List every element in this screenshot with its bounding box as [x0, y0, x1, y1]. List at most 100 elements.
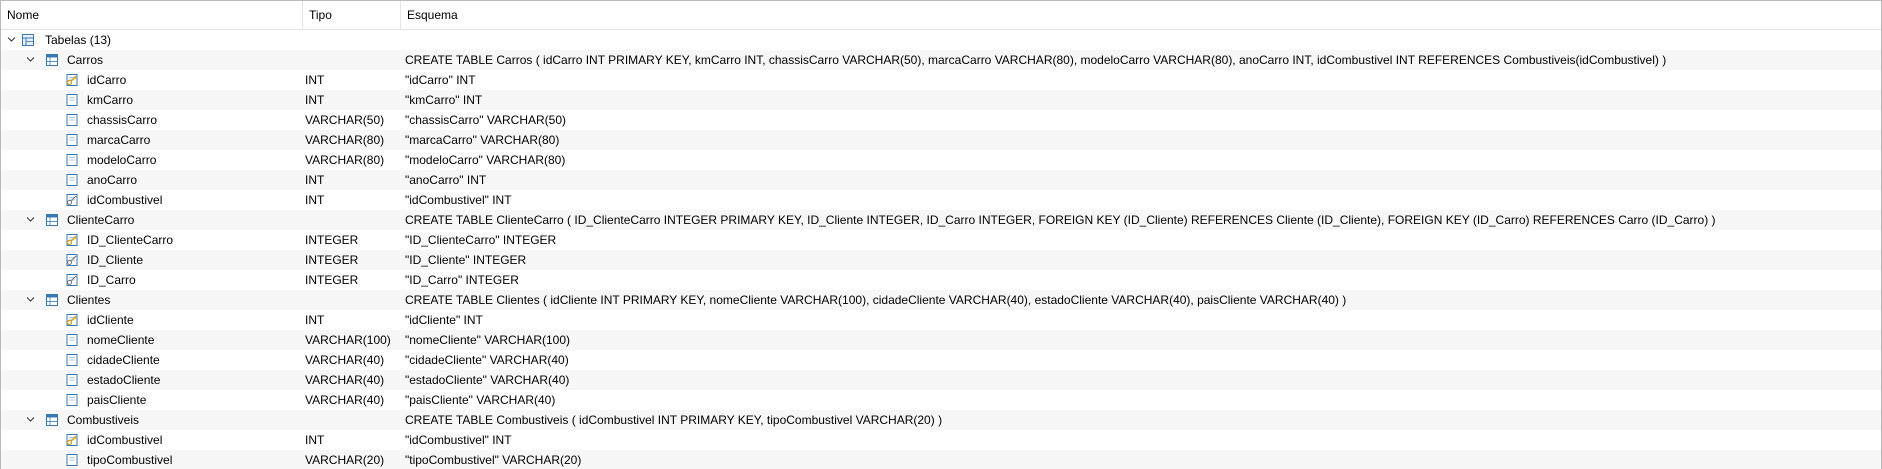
column-name: nomeCliente — [87, 333, 155, 347]
column-icon — [66, 134, 78, 146]
primary-key-icon — [66, 234, 78, 246]
table-schema: CREATE TABLE Clientes ( idCliente INT PR… — [405, 293, 1347, 307]
table-icon — [46, 54, 58, 66]
tree-node-column[interactable]: estadoCliente VARCHAR(40) "estadoCliente" … — [1, 370, 1881, 390]
table-schema: CREATE TABLE Carros ( idCarro INT PRIMAR… — [405, 53, 1667, 67]
schema-tree-view[interactable]: Nome Tipo Esquema Tabelas (13) Carros CREA… — [0, 0, 1882, 469]
column-name: idCarro — [87, 73, 127, 87]
tree-node-column[interactable]: anoCarro INT "anoCarro" INT — [1, 170, 1881, 190]
table-name: Carros — [67, 53, 104, 67]
tree-node-tables[interactable]: Tabelas (13) — [1, 30, 1881, 50]
column-type: VARCHAR(40) — [305, 353, 385, 367]
column-type: VARCHAR(50) — [305, 113, 385, 127]
column-schema: "modeloCarro" VARCHAR(80) — [405, 153, 566, 167]
tree-node-column[interactable]: ID_Carro INTEGER "ID_Carro" INTEGER — [1, 270, 1881, 290]
column-schema: "ID_ClienteCarro" INTEGER — [405, 233, 557, 247]
column-icon — [66, 454, 78, 466]
column-icon — [66, 394, 78, 406]
header-name[interactable]: Nome — [1, 1, 303, 29]
column-type: VARCHAR(40) — [305, 393, 385, 407]
table-icon — [46, 414, 58, 426]
table-type — [305, 290, 401, 310]
tree-node-table[interactable]: Combustiveis CREATE TABLE Combustiveis ( … — [1, 410, 1881, 430]
column-type: INTEGER — [305, 253, 359, 267]
tree-node-column[interactable]: cidadeCliente VARCHAR(40) "cidadeCliente" … — [1, 350, 1881, 370]
column-schema: "idCombustivel" INT — [405, 433, 512, 447]
column-name: ID_Cliente — [87, 253, 144, 267]
tree-node-column[interactable]: paisCliente VARCHAR(40) "paisCliente" VARC… — [1, 390, 1881, 410]
chevron-down-icon[interactable] — [26, 55, 35, 64]
table-schema: CREATE TABLE ClienteCarro ( ID_ClienteCa… — [405, 213, 1716, 227]
primary-key-icon — [66, 434, 78, 446]
tree-rows: Tabelas (13) Carros CREATE TABLE Carros ( … — [1, 30, 1881, 469]
table-name: Combustiveis — [67, 413, 140, 427]
column-schema: "idCliente" INT — [405, 313, 483, 327]
column-name: chassisCarro — [87, 113, 158, 127]
column-schema: "kmCarro" INT — [405, 93, 483, 107]
root-label: Tabelas (13) — [45, 33, 112, 47]
column-schema: "cidadeCliente" VARCHAR(40) — [405, 353, 569, 367]
header-type[interactable]: Tipo — [303, 1, 401, 29]
column-icon — [66, 354, 78, 366]
table-name: ClienteCarro — [67, 213, 135, 227]
table-icon — [46, 214, 58, 226]
column-type: VARCHAR(100) — [305, 333, 391, 347]
column-schema: "tipoCombustivel" VARCHAR(20) — [405, 453, 582, 467]
column-icon — [66, 174, 78, 186]
column-type: VARCHAR(40) — [305, 373, 385, 387]
column-name: estadoCliente — [87, 373, 161, 387]
tree-node-column[interactable]: marcaCarro VARCHAR(80) "marcaCarro" VARCHA… — [1, 130, 1881, 150]
chevron-down-icon[interactable] — [26, 415, 35, 424]
tree-node-table[interactable]: Carros CREATE TABLE Carros ( idCarro INT … — [1, 50, 1881, 70]
table-type — [305, 210, 401, 230]
column-type: INT — [305, 313, 325, 327]
column-name: kmCarro — [87, 93, 134, 107]
column-schema: "nomeCliente" VARCHAR(100) — [405, 333, 571, 347]
column-schema: "ID_Carro" INTEGER — [405, 273, 519, 287]
column-type: INTEGER — [305, 273, 359, 287]
tree-node-column[interactable]: modeloCarro VARCHAR(80) "modeloCarro" VARC… — [1, 150, 1881, 170]
column-name: tipoCombustivel — [87, 453, 173, 467]
column-type: INT — [305, 73, 325, 87]
column-name: cidadeCliente — [87, 353, 160, 367]
column-schema: "chassisCarro" VARCHAR(50) — [405, 113, 566, 127]
column-icon — [66, 154, 78, 166]
chevron-down-icon[interactable] — [26, 215, 35, 224]
tree-node-column[interactable]: ID_ClienteCarro INTEGER "ID_ClienteCarro" … — [1, 230, 1881, 250]
column-schema: "marcaCarro" VARCHAR(80) — [405, 133, 560, 147]
column-name: ID_Carro — [87, 273, 136, 287]
tree-node-column[interactable]: idCombustivel INT "idCombustivel" INT — [1, 430, 1881, 450]
tree-node-column[interactable]: chassisCarro VARCHAR(50) "chassisCarro" VA… — [1, 110, 1881, 130]
column-schema: "paisCliente" VARCHAR(40) — [405, 393, 556, 407]
tree-node-column[interactable]: kmCarro INT "kmCarro" INT — [1, 90, 1881, 110]
column-schema: "anoCarro" INT — [405, 173, 487, 187]
column-type: INT — [305, 173, 325, 187]
column-schema: "estadoCliente" VARCHAR(40) — [405, 373, 570, 387]
column-schema: "idCarro" INT — [405, 73, 476, 87]
table-type — [305, 50, 401, 70]
column-type: VARCHAR(80) — [305, 133, 385, 147]
tree-node-column[interactable]: tipoCombustivel VARCHAR(20) "tipoCombustiv… — [1, 450, 1881, 469]
column-name: paisCliente — [87, 393, 147, 407]
column-schema: "idCombustivel" INT — [405, 193, 512, 207]
tree-node-column[interactable]: ID_Cliente INTEGER "ID_Cliente" INTEGER — [1, 250, 1881, 270]
tree-node-column[interactable]: idCarro INT "idCarro" INT — [1, 70, 1881, 90]
column-type: INTEGER — [305, 233, 359, 247]
column-type: INT — [305, 93, 325, 107]
tree-node-table[interactable]: ClienteCarro CREATE TABLE ClienteCarro ( … — [1, 210, 1881, 230]
chevron-down-icon[interactable] — [7, 35, 16, 44]
header-schema[interactable]: Esquema — [401, 1, 1881, 29]
column-name: modeloCarro — [87, 153, 157, 167]
tree-node-column[interactable]: idCombustivel INT "idCombustivel" INT — [1, 190, 1881, 210]
column-icon — [66, 114, 78, 126]
tree-node-table[interactable]: Clientes CREATE TABLE Clientes ( idClient… — [1, 290, 1881, 310]
column-schema: "ID_Cliente" INTEGER — [405, 253, 527, 267]
tree-node-column[interactable]: idCliente INT "idCliente" INT — [1, 310, 1881, 330]
column-type: VARCHAR(80) — [305, 153, 385, 167]
table-type — [305, 410, 401, 430]
tree-node-column[interactable]: nomeCliente VARCHAR(100) "nomeCliente" VAR… — [1, 330, 1881, 350]
column-name: idCombustivel — [87, 433, 163, 447]
foreign-key-icon — [66, 274, 78, 286]
table-icon — [46, 294, 58, 306]
chevron-down-icon[interactable] — [26, 295, 35, 304]
